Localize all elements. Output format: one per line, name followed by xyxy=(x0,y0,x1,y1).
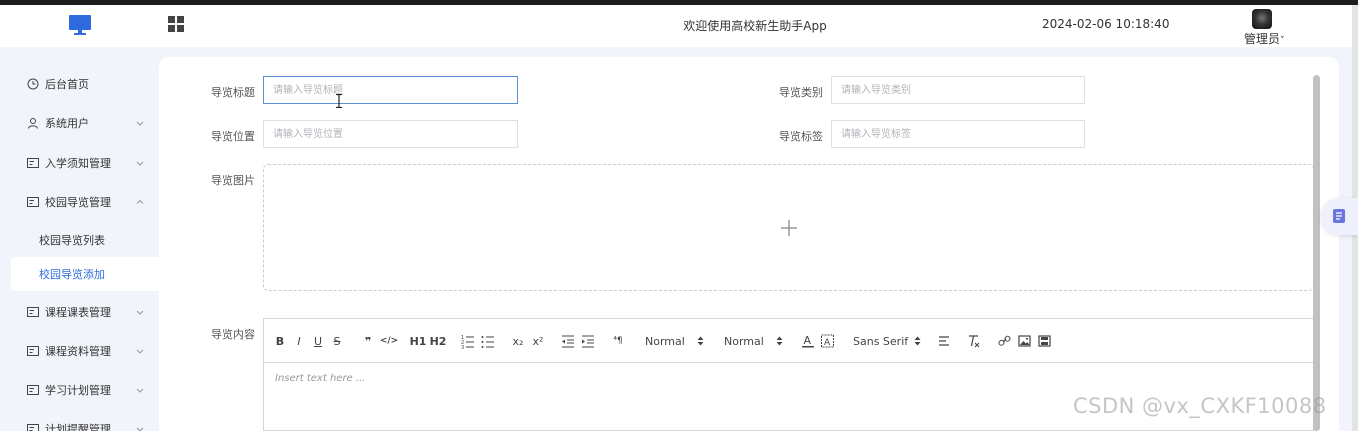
strike-button[interactable]: S xyxy=(331,332,343,350)
chevron-down-icon xyxy=(136,161,144,166)
sidebar-item-label: 课程资料管理 xyxy=(45,345,111,358)
outdent-icon[interactable] xyxy=(561,332,575,350)
select-arrows-icon xyxy=(914,336,921,346)
chevron-up-icon xyxy=(136,199,144,204)
card-icon xyxy=(27,346,39,356)
subscript-button[interactable]: x₂ xyxy=(510,332,526,350)
card-icon xyxy=(27,197,39,207)
sidebar-subitem-label: 校园导览添加 xyxy=(39,268,105,281)
note-icon xyxy=(1333,209,1345,223)
select-arrows-icon xyxy=(697,336,704,346)
editor-toolbar: B I U S ❞ </> H1 H2 123 x₂ x² ⁴¶ Normal … xyxy=(264,319,1313,363)
sidebar-item-campus-tour[interactable]: 校园导览管理 xyxy=(0,183,159,221)
user-icon xyxy=(28,118,38,129)
sidebar-item-plan-reminder[interactable]: 计划提醒管理 xyxy=(0,409,159,431)
tags-input[interactable] xyxy=(831,120,1085,148)
current-datetime: 2024-02-06 10:18:40 xyxy=(1042,17,1170,31)
font-select[interactable]: Sans Serif xyxy=(853,332,923,350)
underline-button[interactable]: U xyxy=(312,332,324,350)
user-menu[interactable]: 管理员˅ xyxy=(1244,30,1285,47)
top-header: 欢迎使用高校新生助手App 2024-02-06 10:18:40 管理员˅ xyxy=(0,5,1358,47)
category-label: 导览类别 xyxy=(779,86,823,99)
sidebar-subitem-tour-list[interactable]: 校园导览列表 xyxy=(0,223,159,257)
align-icon[interactable] xyxy=(938,332,950,350)
content-scrollbar[interactable] xyxy=(1313,75,1320,431)
clear-format-icon[interactable] xyxy=(968,332,980,350)
image-upload-area[interactable] xyxy=(263,164,1314,291)
card-icon xyxy=(27,424,39,431)
header1-button[interactable]: H1 xyxy=(410,332,427,350)
svg-text:A: A xyxy=(804,334,812,347)
image-icon[interactable] xyxy=(1018,332,1031,350)
location-input[interactable] xyxy=(263,120,518,148)
indent-icon[interactable] xyxy=(581,332,595,350)
sidebar-item-label: 学习计划管理 xyxy=(45,384,111,397)
italic-button[interactable]: I xyxy=(293,332,305,350)
ordered-list-icon[interactable]: 123 xyxy=(461,332,475,350)
chevron-down-icon: ˅ xyxy=(1280,36,1285,46)
svg-text:A: A xyxy=(824,338,831,348)
plus-icon xyxy=(781,220,797,236)
sidebar-item-course-schedule[interactable]: 课程课表管理 xyxy=(0,293,159,331)
link-icon[interactable] xyxy=(998,332,1011,350)
background-color-icon[interactable]: A xyxy=(821,332,834,350)
tags-label: 导览标签 xyxy=(779,130,823,143)
sidebar: 后台首页 系统用户 入学须知管理 校园导览管理 校园导览列表 校园导览添加 课程… xyxy=(0,47,159,431)
sidebar-item-label: 校园导览管理 xyxy=(45,196,111,209)
title-input[interactable] xyxy=(263,76,518,104)
watermark-text: CSDN @vx_CXKF10088 xyxy=(1073,394,1327,418)
size-select-value: Normal xyxy=(645,334,685,348)
bullet-list-icon[interactable] xyxy=(481,332,495,350)
location-label: 导览位置 xyxy=(211,130,255,143)
sidebar-item-label: 后台首页 xyxy=(45,78,89,91)
sidebar-item-system-users[interactable]: 系统用户 xyxy=(0,104,159,142)
sidebar-item-admission-notice[interactable]: 入学须知管理 xyxy=(0,144,159,182)
card-icon xyxy=(27,158,39,168)
chevron-down-icon xyxy=(136,310,144,315)
blockquote-button[interactable]: ❞ xyxy=(361,332,375,350)
svg-text:3: 3 xyxy=(461,345,464,350)
size-select[interactable]: Normal xyxy=(645,332,707,350)
image-label: 导览图片 xyxy=(211,174,255,187)
chevron-down-icon xyxy=(136,349,144,354)
sidebar-item-label: 课程课表管理 xyxy=(45,306,111,319)
title-label: 导览标题 xyxy=(211,86,255,99)
monitor-logo-icon[interactable] xyxy=(68,13,92,37)
category-input[interactable] xyxy=(831,76,1085,104)
header-select-value: Normal xyxy=(724,334,764,348)
editor-content[interactable]: Insert text here ... xyxy=(275,373,365,384)
card-icon xyxy=(27,385,39,395)
select-arrows-icon xyxy=(776,336,783,346)
welcome-text: 欢迎使用高校新生助手App xyxy=(683,19,827,33)
sidebar-item-study-plan[interactable]: 学习计划管理 xyxy=(0,371,159,409)
avatar[interactable] xyxy=(1252,9,1272,29)
grid-menu-icon[interactable] xyxy=(168,16,184,32)
font-select-value: Sans Serif xyxy=(853,334,909,348)
bold-button[interactable]: B xyxy=(274,332,286,350)
sidebar-item-label: 入学须知管理 xyxy=(45,157,111,170)
sidebar-subitem-tour-add[interactable]: 校园导览添加 xyxy=(11,257,159,291)
header-select[interactable]: Normal xyxy=(724,332,786,350)
text-cursor-icon xyxy=(336,94,342,108)
chevron-down-icon xyxy=(136,427,144,431)
card-icon xyxy=(27,307,39,317)
sidebar-item-label: 计划提醒管理 xyxy=(45,423,111,431)
chevron-down-icon xyxy=(136,388,144,393)
text-color-icon[interactable]: A xyxy=(802,332,814,350)
floating-action-button[interactable] xyxy=(1321,198,1358,235)
clock-icon xyxy=(27,78,39,90)
header2-button[interactable]: H2 xyxy=(430,332,447,350)
sidebar-item-course-materials[interactable]: 课程资料管理 xyxy=(0,332,159,370)
text-direction-button[interactable]: ⁴¶ xyxy=(610,332,626,350)
video-icon[interactable] xyxy=(1038,332,1051,350)
chevron-down-icon xyxy=(136,121,144,126)
user-name: 管理员 xyxy=(1244,32,1281,46)
code-button[interactable]: </> xyxy=(380,332,398,350)
sidebar-item-dashboard[interactable]: 后台首页 xyxy=(0,65,159,103)
superscript-button[interactable]: x² xyxy=(530,332,546,350)
content-label: 导览内容 xyxy=(211,328,255,341)
sidebar-item-label: 系统用户 xyxy=(45,117,89,130)
sidebar-subitem-label: 校园导览列表 xyxy=(39,234,105,247)
